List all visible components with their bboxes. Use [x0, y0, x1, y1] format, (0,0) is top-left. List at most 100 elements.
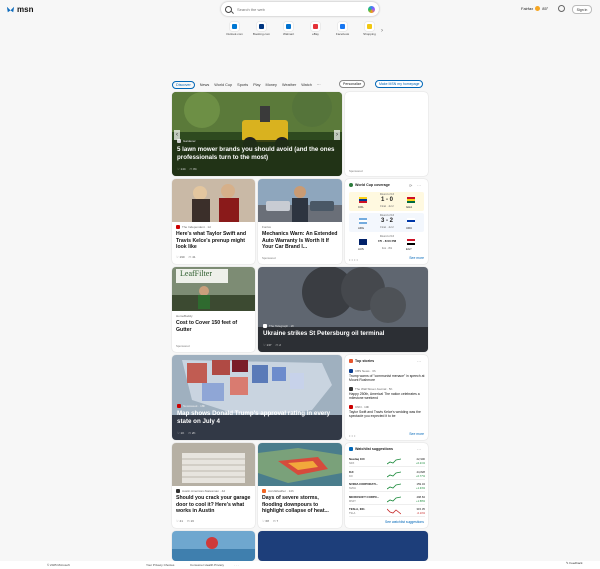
see-more-link[interactable]: See more [409, 256, 424, 260]
see-more-link[interactable]: See watchlist suggestions [385, 520, 424, 524]
card-source-name: Newsweek · 18h [183, 404, 206, 408]
card-source: Newsweek · 18h [177, 404, 205, 408]
source-logo-icon [262, 489, 266, 493]
card-title[interactable]: Days of severe storms, flooding downpour… [262, 495, 340, 515]
stock-name: TESLA, INC. [349, 507, 366, 511]
quick-link[interactable]: Shopping [359, 22, 380, 37]
like-icon[interactable]: ♡ 137 [263, 343, 272, 347]
stock-price: 498.84 [416, 494, 425, 499]
comment-icon[interactable]: ▭ 2 [276, 343, 281, 347]
gear-icon[interactable] [558, 5, 565, 12]
news-card[interactable]: The Independent · 1d Here's what Taylor … [172, 179, 255, 264]
card-title[interactable]: Map shows Donald Trump's approval rating… [177, 410, 339, 426]
match-row[interactable]: AUS Round of 16 7/5 · 8:00 PM Fox · 8/1 EGY [349, 234, 424, 253]
more-options-icon[interactable]: ··· [417, 183, 421, 188]
match-row[interactable]: COL Round of 16 1 - 0 Final · Jul 2 GHA [349, 192, 424, 211]
news-card[interactable]: AccuWeather · 14h Days of severe storms,… [258, 443, 342, 528]
search-box[interactable] [221, 2, 379, 16]
card-likes: 137 [266, 343, 272, 347]
tab-2[interactable]: World Cup [214, 83, 232, 87]
quick-link[interactable]: eBay [305, 22, 326, 37]
news-card-large[interactable] [258, 531, 428, 561]
card-title[interactable]: Should you crack your garage door to coo… [176, 495, 254, 515]
sign-in-button[interactable]: Sign in [572, 5, 592, 14]
consumer-health-link[interactable]: Consumer Health Privacy [190, 563, 224, 567]
make-homepage-button[interactable]: Make MSN my homepage [375, 80, 424, 88]
stock-row[interactable]: DJI DJI 44,828 +0.77% [349, 469, 425, 480]
more-options-icon[interactable]: ··· [417, 359, 421, 364]
home-team: ARG [358, 226, 365, 230]
hero-card[interactable]: Gardener 5 lawn mower brands you should … [172, 92, 342, 176]
like-icon[interactable]: ♡ 41 [176, 519, 183, 523]
like-icon[interactable]: ♡ 144 [177, 167, 186, 171]
see-more-link[interactable]: See more [409, 432, 424, 436]
like-icon[interactable]: ♡ 68 [262, 519, 269, 523]
hero-title[interactable]: 5 lawn mower brands you should avoid (an… [177, 146, 337, 162]
tab-3[interactable]: Sports [237, 83, 248, 87]
sparkline [387, 458, 401, 465]
quick-link[interactable]: Outlook.com [224, 22, 245, 37]
pager-dots[interactable]: • • • • [349, 257, 358, 262]
sponsored-card[interactable]: Fonlox Mechanics Warn: An Extended Auto … [258, 179, 342, 264]
weather-widget[interactable]: Fairfax 85° [521, 6, 548, 11]
like-icon[interactable]: ♡ 190 [176, 255, 185, 259]
card-title[interactable]: Mechanics Warn: An Extended Auto Warrant… [262, 231, 340, 251]
footer-more-button[interactable]: · · · [234, 563, 239, 567]
chevron-right-icon[interactable]: › [381, 28, 383, 34]
card-title[interactable]: Ukraine strikes St Petersburg oil termin… [263, 330, 423, 338]
more-options-icon[interactable]: ··· [417, 447, 421, 452]
card-title[interactable]: Cost to Cover 150 feet of Gutter [176, 320, 252, 333]
card-source-name: The Independent · 1d [182, 225, 211, 229]
card-source: The Independent · 1d [176, 225, 211, 229]
news-card[interactable]: Austin American-Statesman · 4d Should yo… [172, 443, 255, 528]
privacy-choices-link[interactable]: Your Privacy Choices [146, 563, 174, 567]
quick-link[interactable]: Facebook [332, 22, 353, 37]
sponsored-card[interactable]: LeafFilter HomeBuddy Cost to Cover 150 f… [172, 267, 255, 352]
like-icon[interactable]: ♡ 1K [177, 431, 184, 435]
carousel-prev-button[interactable]: ‹ [174, 130, 180, 140]
panel-title: Watchlist suggestions [355, 447, 394, 451]
quick-link[interactable]: Booking.com [251, 22, 272, 37]
comment-icon[interactable]: ▭ 2K [188, 431, 195, 435]
carousel-next-button[interactable]: › [334, 130, 340, 140]
stock-row[interactable]: TESLA, INC. TSLA 315.35 -0.10% [349, 506, 425, 517]
match-score: 3 - 2 [380, 218, 393, 224]
card-comments: 16 [190, 519, 194, 523]
tab-0[interactable]: Discover [172, 81, 195, 89]
story-item[interactable]: CBS News · 3h Trump warns of "communist m… [349, 369, 425, 383]
news-card-large[interactable]: The Telegraph · 2h Ukraine strikes St Pe… [258, 267, 428, 352]
card-title[interactable]: Here's what Taylor Swift and Travis Kelc… [176, 231, 252, 251]
comment-icon[interactable]: ▭ 84 [190, 167, 197, 171]
world-cup-panel: World Cup coverage ⟳ ··· COL Round of 16 1… [345, 179, 428, 264]
stock-row[interactable]: Nasdaq 100 NDX 22,900 +0.21% [349, 456, 425, 467]
stock-row[interactable]: MICROSOFT CORPO... MSFT 498.84 +1.58% [349, 494, 425, 505]
pager-dots[interactable]: • • • [349, 433, 355, 438]
feedback-button[interactable]: ✎ Feedback [566, 561, 583, 565]
comment-icon[interactable]: ▭ 41 [189, 255, 196, 259]
story-item[interactable]: The Wall Street Journal · 5h Happy 250th,… [349, 387, 425, 401]
tab-6[interactable]: Weather [282, 83, 296, 87]
stock-change: -0.10% [416, 512, 425, 515]
copilot-icon[interactable] [368, 5, 375, 13]
match-row[interactable]: ARG Round of 16 3 - 2 Final · Jul 2 URU [349, 213, 424, 232]
news-card-large[interactable]: Newsweek · 18h Map shows Donald Trump's … [172, 355, 342, 440]
comment-icon[interactable]: ▭ 7 [273, 519, 278, 523]
tab-5[interactable]: Money [266, 83, 277, 87]
tab-4[interactable]: Play [253, 83, 260, 87]
tab-8[interactable]: ··· [317, 83, 321, 87]
news-card[interactable] [172, 531, 255, 561]
tab-1[interactable]: News [200, 83, 210, 87]
card-source: HomeBuddy [176, 314, 193, 318]
search-input[interactable] [237, 6, 368, 12]
comment-icon[interactable]: ▭ 16 [187, 519, 194, 523]
story-item[interactable]: CNN · 10h Taylor Swift and Travis Kelce's… [349, 405, 425, 419]
quick-link[interactable]: Walmart [278, 22, 299, 37]
tab-7[interactable]: Watch [301, 83, 312, 87]
ad-card[interactable]: Sponsored [345, 92, 428, 176]
personalize-button[interactable]: Personalize [339, 80, 366, 88]
stock-row[interactable]: NVIDIA CORPORATI... NVDA 159.34 +1.33% [349, 481, 425, 492]
refresh-icon[interactable]: ⟳ [409, 183, 412, 188]
source-logo-icon [349, 405, 353, 409]
msn-logo[interactable]: msn [6, 5, 33, 14]
source-logo-icon [349, 369, 353, 373]
